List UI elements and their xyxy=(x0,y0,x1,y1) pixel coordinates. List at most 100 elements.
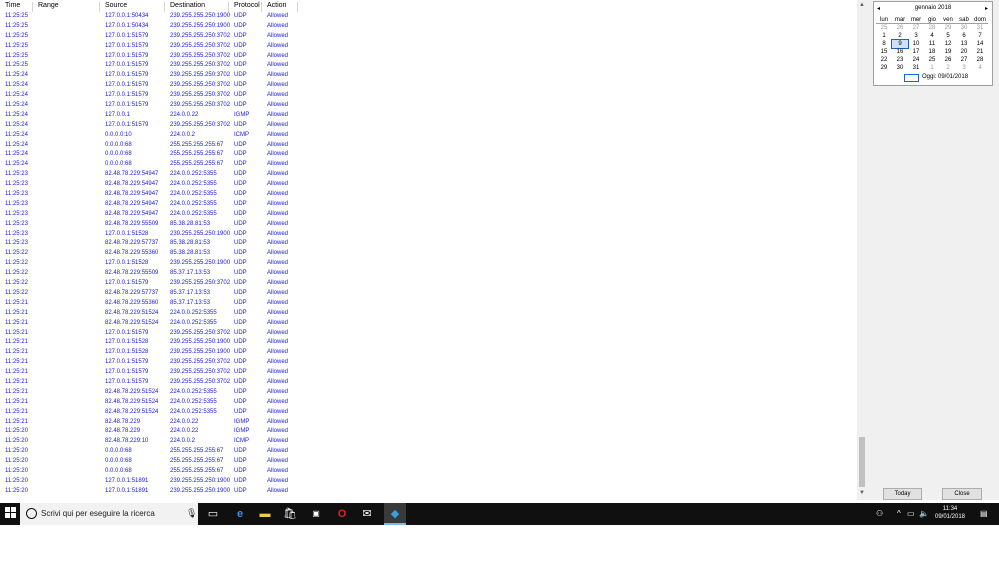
calendar-day[interactable]: 17 xyxy=(908,48,924,56)
terminal-icon[interactable]: ▣ xyxy=(309,507,323,521)
store-icon[interactable]: 🛍 xyxy=(283,507,297,521)
table-row[interactable]: 11:25:21 127.0.0.1:51579 239.255.255.250:3… xyxy=(0,358,300,368)
table-row[interactable]: 11:25:21 82.48.78.229:51524 224.0.0.252:53… xyxy=(0,398,300,408)
calendar-day[interactable]: 5 xyxy=(940,32,956,40)
col-protocol-header[interactable]: Protocol xyxy=(229,2,262,12)
table-row[interactable]: 11:25:22 127.0.0.1:51579 239.255.255.250:3… xyxy=(0,279,300,289)
table-row[interactable]: 11:25:23 82.48.78.229:54947 224.0.0.252:53… xyxy=(0,190,300,200)
table-row[interactable]: 11:25:20 0.0.0.0:68 255.255.255.255:67 UDP A… xyxy=(0,457,300,467)
table-row[interactable]: 11:25:20 82.48.78.229:10 224.0.0.2 ICMP Allo… xyxy=(0,437,300,447)
taskbar-search[interactable]: Scrivi qui per eseguire la ricerca 🎙 xyxy=(20,503,198,525)
calendar-day[interactable]: 6 xyxy=(956,32,972,40)
calendar-day[interactable]: 15 xyxy=(876,48,892,56)
calendar-day[interactable]: 26 xyxy=(892,24,908,32)
calendar-day[interactable]: 19 xyxy=(940,48,956,56)
calendar-day[interactable]: 2 xyxy=(940,64,956,72)
table-row[interactable]: 11:25:25 127.0.0.1:51579 239.255.255.250:3… xyxy=(0,42,300,52)
calendar-day[interactable]: 30 xyxy=(956,24,972,32)
table-row[interactable]: 11:25:21 82.48.78.229:51524 224.0.0.252:53… xyxy=(0,388,300,398)
table-row[interactable]: 11:25:21 82.48.78.229 224.0.0.22 IGMP Allowe… xyxy=(0,418,300,428)
table-row[interactable]: 11:25:24 0.0.0.0:68 255.255.255.255:67 UDP A… xyxy=(0,141,300,151)
table-row[interactable]: 11:25:21 82.48.78.229:51524 224.0.0.252:53… xyxy=(0,319,300,329)
calendar-day[interactable]: 20 xyxy=(956,48,972,56)
scroll-down-icon[interactable]: ▼ xyxy=(857,488,867,498)
firewall-app-icon[interactable]: ◆ xyxy=(388,507,402,521)
windows-start-icon[interactable] xyxy=(3,507,17,521)
scroll-thumb[interactable] xyxy=(859,437,865,487)
table-row[interactable]: 11:25:24 127.0.0.1:51579 239.255.255.250:3… xyxy=(0,91,300,101)
table-row[interactable]: 11:25:23 82.48.78.229:54947 224.0.0.252:53… xyxy=(0,170,300,180)
table-row[interactable]: 11:25:20 127.0.0.1:51891 239.255.255.250:1… xyxy=(0,477,300,487)
table-row[interactable]: 11:25:23 82.48.78.229:54947 224.0.0.252:53… xyxy=(0,210,300,220)
table-row[interactable]: 11:25:24 127.0.0.1 224.0.0.22 IGMP Allowed xyxy=(0,111,300,121)
table-row[interactable]: 11:25:21 127.0.0.1:51579 239.255.255.250:3… xyxy=(0,378,300,388)
mail-icon[interactable]: ✉ xyxy=(360,507,374,521)
table-row[interactable]: 11:25:23 82.48.78.229:54947 224.0.0.252:53… xyxy=(0,180,300,190)
network-icon[interactable]: ▭ xyxy=(907,509,915,518)
table-row[interactable]: 11:25:24 127.0.0.1:51579 239.255.255.250:3… xyxy=(0,81,300,91)
table-row[interactable]: 11:25:21 127.0.0.1:51579 239.255.255.250:3… xyxy=(0,368,300,378)
calendar-day[interactable]: 28 xyxy=(972,56,988,64)
calendar-day[interactable]: 13 xyxy=(956,40,972,48)
calendar-day[interactable]: 22 xyxy=(876,56,892,64)
task-view-icon[interactable]: ▭ xyxy=(206,507,220,521)
calendar-day[interactable]: 30 xyxy=(892,64,908,72)
taskbar-clock[interactable]: 11:34 09/01/2018 xyxy=(930,505,970,521)
calendar-day[interactable]: 11 xyxy=(924,40,940,48)
calendar-day[interactable]: 21 xyxy=(972,48,988,56)
microphone-icon[interactable]: 🎙 xyxy=(186,508,197,519)
col-destination-header[interactable]: Destination xyxy=(165,2,229,12)
table-row[interactable]: 11:25:21 82.48.78.229:51524 224.0.0.252:53… xyxy=(0,309,300,319)
table-row[interactable]: 11:25:24 0.0.0.0:68 255.255.255.255:67 UDP A… xyxy=(0,160,300,170)
calendar-day[interactable]: 23 xyxy=(892,56,908,64)
table-row[interactable]: 11:25:21 82.48.78.229:55360 85.37.17.13:53… xyxy=(0,299,300,309)
col-action-header[interactable]: Action xyxy=(262,2,298,12)
table-row[interactable]: 11:25:20 127.0.0.1:51891 239.255.255.250:1… xyxy=(0,487,300,497)
calendar-day[interactable]: 25 xyxy=(924,56,940,64)
table-row[interactable]: 11:25:20 0.0.0.0:68 255.255.255.255:67 UDP A… xyxy=(0,447,300,457)
col-source-header[interactable]: Source xyxy=(100,2,165,12)
volume-icon[interactable]: 🔈 xyxy=(919,509,929,518)
table-row[interactable]: 11:25:22 127.0.0.1:51528 239.255.255.250:1… xyxy=(0,259,300,269)
file-explorer-icon[interactable]: ▬ xyxy=(258,507,272,521)
show-hidden-icons-icon[interactable]: ^ xyxy=(897,509,901,518)
calendar-day[interactable]: 31 xyxy=(908,64,924,72)
table-row[interactable]: 11:25:22 82.48.78.229:55509 85.37.17.13:53… xyxy=(0,269,300,279)
calendar-day[interactable]: 7 xyxy=(972,32,988,40)
next-month-icon[interactable]: ▸ xyxy=(985,5,988,12)
scroll-up-icon[interactable]: ▲ xyxy=(857,0,867,10)
table-row[interactable]: 11:25:20 82.48.78.229 224.0.0.22 IGMP Allowe… xyxy=(0,427,300,437)
opera-browser-icon[interactable]: O xyxy=(335,507,349,521)
table-row[interactable]: 11:25:25 127.0.0.1:50434 239.255.255.250:1… xyxy=(0,22,300,32)
calendar-day[interactable]: 9 xyxy=(891,39,909,49)
calendar-day[interactable]: 3 xyxy=(908,32,924,40)
table-row[interactable]: 11:25:24 127.0.0.1:51579 239.255.255.250:3… xyxy=(0,121,300,131)
calendar-day[interactable]: 24 xyxy=(908,56,924,64)
notifications-icon[interactable]: ▤ xyxy=(980,509,988,518)
table-row[interactable]: 11:25:25 127.0.0.1:50434 239.255.255.250:1… xyxy=(0,12,300,22)
close-button[interactable]: Close xyxy=(942,488,982,500)
table-row[interactable]: 11:25:25 127.0.0.1:51579 239.255.255.250:3… xyxy=(0,32,300,42)
table-row[interactable]: 11:25:21 82.48.78.229:51524 224.0.0.252:53… xyxy=(0,408,300,418)
table-row[interactable]: 11:25:21 127.0.0.1:51528 239.255.255.250:1… xyxy=(0,348,300,358)
calendar-day[interactable]: 27 xyxy=(956,56,972,64)
calendar-day[interactable]: 29 xyxy=(940,24,956,32)
calendar-day[interactable]: 28 xyxy=(924,24,940,32)
calendar-day[interactable]: 31 xyxy=(972,24,988,32)
calendar-day[interactable]: 27 xyxy=(908,24,924,32)
table-row[interactable]: 11:25:25 127.0.0.1:51579 239.255.255.250:3… xyxy=(0,61,300,71)
calendar-day[interactable]: 10 xyxy=(908,40,924,48)
table-row[interactable]: 11:25:24 0.0.0.0:10 224.0.0.2 ICMP Allowed xyxy=(0,131,300,141)
calendar-day[interactable]: 18 xyxy=(924,48,940,56)
calendar-day[interactable]: 14 xyxy=(972,40,988,48)
calendar-day[interactable]: 4 xyxy=(972,64,988,72)
col-range-header[interactable]: Range xyxy=(33,2,100,12)
calendar-day[interactable]: 1 xyxy=(876,32,892,40)
calendar-day[interactable]: 2 xyxy=(892,32,908,40)
calendar-day[interactable]: 16 xyxy=(892,48,908,56)
calendar-day[interactable]: 4 xyxy=(924,32,940,40)
calendar-day[interactable]: 12 xyxy=(940,40,956,48)
table-row[interactable]: 11:25:23 127.0.0.1:51528 239.255.255.250:1… xyxy=(0,230,300,240)
table-row[interactable]: 11:25:24 127.0.0.1:51579 239.255.255.250:3… xyxy=(0,71,300,81)
table-row[interactable]: 11:25:24 127.0.0.1:51579 239.255.255.250:3… xyxy=(0,101,300,111)
